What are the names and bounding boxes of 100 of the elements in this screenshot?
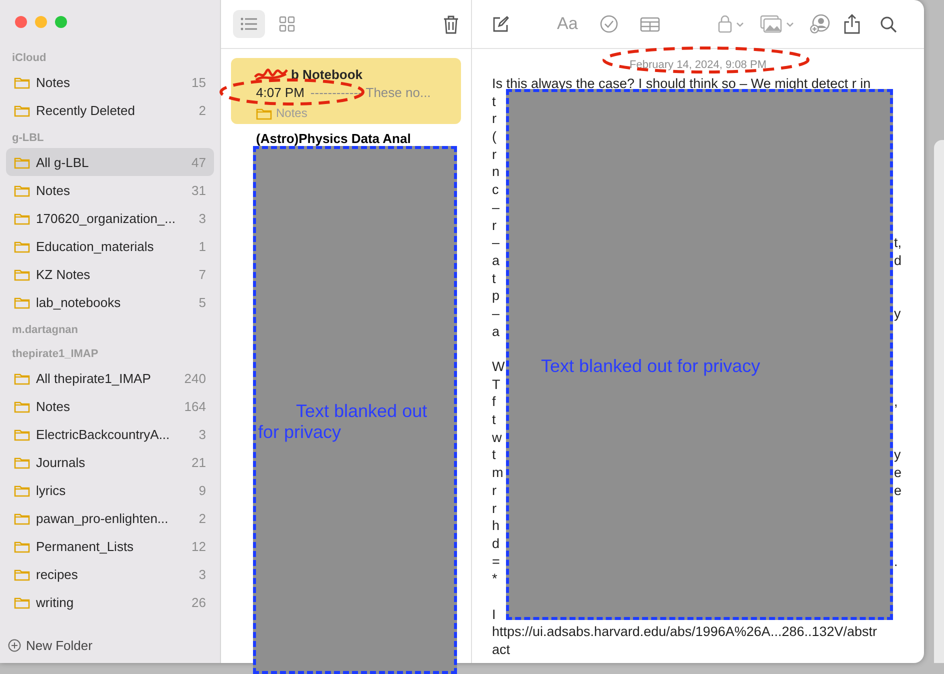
- note-text: =: [492, 554, 500, 569]
- folder-item[interactable]: Recently Deleted 2: [6, 96, 214, 124]
- folder-icon: [14, 184, 30, 196]
- note-title[interactable]: (Astro)Physics Data Anal: [256, 130, 471, 147]
- section-header: iCloud: [11, 51, 48, 66]
- zoom-button[interactable]: [55, 16, 67, 28]
- folder-icon: [14, 212, 30, 224]
- folder-item[interactable]: Notes 31: [6, 176, 214, 204]
- note-text: *: [492, 571, 498, 586]
- folder-icon: [14, 484, 30, 496]
- folder-item[interactable]: Education_materials 1: [6, 232, 214, 260]
- folder-icon: [14, 296, 30, 308]
- folder-icon: [14, 156, 30, 168]
- plus-icon: [8, 638, 21, 652]
- folder-item[interactable]: 170620_organization_... 3: [6, 204, 214, 232]
- folder-icon: [14, 512, 30, 524]
- note-text: p: [492, 288, 500, 304]
- folder-item[interactable]: pawan_pro-enlighten... 2: [6, 504, 214, 532]
- folder-item[interactable]: Notes 164: [6, 392, 214, 420]
- folder-item[interactable]: recipes 3: [6, 560, 214, 588]
- list-icon: [240, 17, 258, 31]
- folder-item[interactable]: ElectricBackcountryA... 3: [6, 420, 214, 448]
- note-text: c: [492, 182, 499, 198]
- note-text: t: [492, 412, 496, 428]
- note-text: –: [492, 235, 500, 250]
- note-text: y: [894, 446, 901, 464]
- note-text: act: [492, 641, 510, 659]
- note-text: d: [894, 252, 902, 270]
- note-text: r: [492, 500, 496, 516]
- section-header: m.dartagnan: [11, 323, 80, 338]
- section-header: thepirate1_IMAP: [11, 347, 100, 362]
- note-text: w: [492, 430, 502, 445]
- folder-icon: [14, 240, 30, 252]
- folder-item[interactable]: lab_notebooks 5: [6, 288, 214, 316]
- folder-item[interactable]: All thepirate1_IMAP 240: [6, 364, 214, 392]
- folder-icon: [14, 428, 30, 440]
- folder-item[interactable]: All g-LBL 47: [6, 148, 214, 176]
- lock-icon[interactable]: [718, 15, 746, 33]
- checklist-icon[interactable]: [600, 15, 618, 33]
- share-icon[interactable]: [844, 14, 860, 34]
- folder-item[interactable]: writing 26: [6, 588, 214, 616]
- folder-icon: [14, 104, 30, 116]
- folder-icon: [14, 568, 30, 580]
- folder-icon: [256, 106, 272, 120]
- photo-icon[interactable]: [760, 15, 796, 33]
- list-view-button[interactable]: [233, 10, 265, 38]
- note-text: e: [894, 464, 902, 482]
- collaborate-icon[interactable]: [810, 14, 830, 34]
- note-text: t: [492, 270, 496, 286]
- note-text: a: [492, 324, 500, 339]
- folder-item[interactable]: Notes 15: [6, 68, 214, 96]
- note-text: ,: [894, 393, 898, 412]
- note-text: https://ui.adsabs.harvard.edu/abs/1996A%26A...286..132V/abstr: [492, 623, 878, 641]
- note-text: t,: [894, 234, 902, 252]
- note-text: m: [492, 465, 504, 480]
- note-text: r: [492, 482, 496, 498]
- folder-icon: [14, 400, 30, 412]
- note-text: a: [492, 252, 500, 268]
- note-time: 4:07 PM: [256, 85, 304, 100]
- folder-item[interactable]: Journals 21: [6, 448, 214, 476]
- note-text: (: [492, 129, 496, 144]
- compose-icon[interactable]: [492, 16, 509, 32]
- note-text: e: [894, 482, 902, 500]
- folder-icon: [14, 372, 30, 384]
- note-text: W: [492, 359, 505, 374]
- folder-item[interactable]: lyrics 9: [6, 476, 214, 504]
- note-text: f: [492, 394, 496, 410]
- note-text: t: [492, 447, 496, 462]
- new-folder-button[interactable]: New Folder: [0, 635, 220, 663]
- note-text: h: [492, 518, 500, 534]
- folder-icon: [14, 540, 30, 552]
- folder-icon: [14, 76, 30, 88]
- redaction-box: Text blanked out for privacy: [253, 146, 457, 674]
- folder-item[interactable]: KZ Notes 7: [6, 260, 214, 288]
- grid-icon: [279, 16, 295, 32]
- note-text: .: [894, 552, 898, 570]
- note-text: –: [492, 200, 500, 215]
- note-text: I: [492, 606, 496, 622]
- note-text: r: [492, 111, 496, 126]
- folder-icon: [14, 456, 30, 468]
- section-header: g-LBL: [11, 131, 45, 146]
- note-date: February 14, 2024, 9:08 PM: [630, 59, 766, 73]
- note-text: n: [492, 164, 500, 180]
- note-preview: ------------ These no...: [310, 85, 431, 100]
- table-icon[interactable]: [640, 16, 660, 32]
- trash-icon[interactable]: [443, 14, 459, 34]
- note-text: T: [492, 376, 500, 392]
- note-folder: Notes: [276, 106, 308, 120]
- folder-item[interactable]: Permanent_Lists 12: [6, 532, 214, 560]
- search-icon[interactable]: [880, 16, 897, 32]
- note-text: –: [492, 306, 500, 321]
- note-text: r: [492, 218, 496, 232]
- note-text: r: [492, 146, 496, 162]
- note-text: d: [492, 536, 500, 551]
- folder-icon: [14, 268, 30, 280]
- note-text: y: [894, 304, 901, 323]
- redaction-box: Text blanked out for privacy: [506, 89, 893, 620]
- folder-icon: [14, 596, 30, 608]
- close-button[interactable]: [15, 16, 27, 28]
- note-text: t: [492, 94, 496, 109]
